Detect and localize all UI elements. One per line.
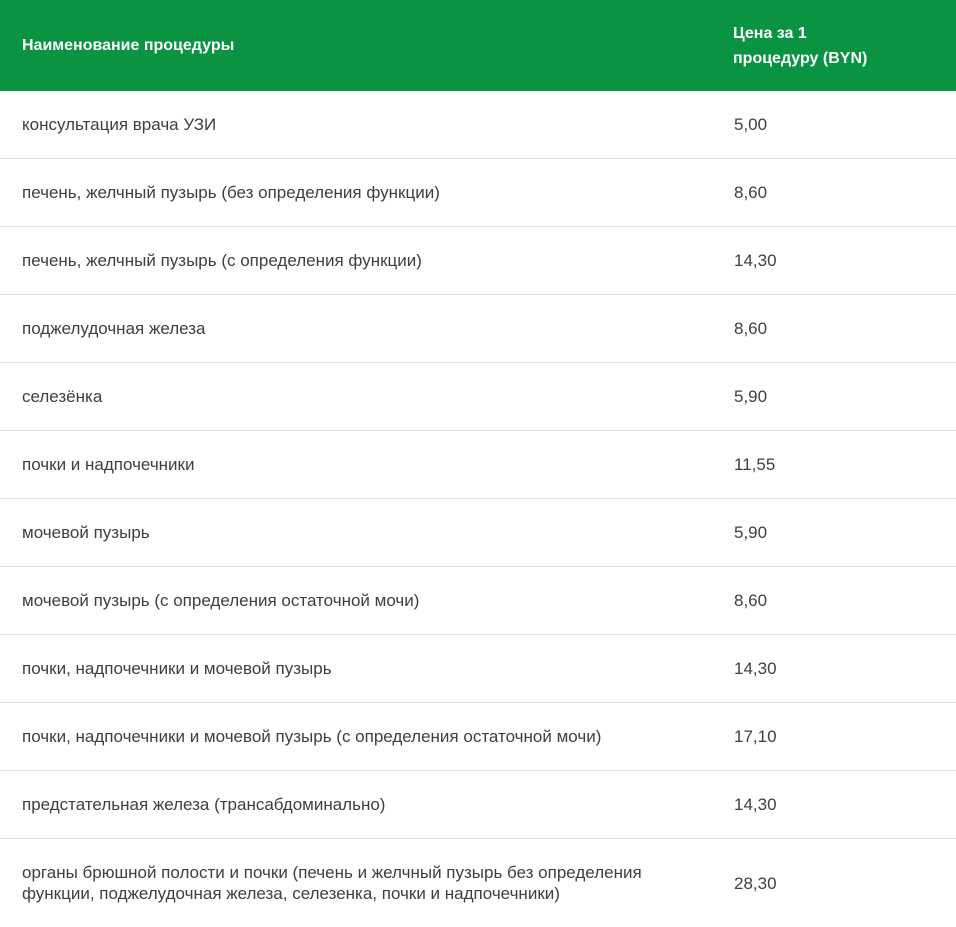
price-cell: 14,30 bbox=[733, 771, 956, 839]
table-row: почки и надпочечники11,55 bbox=[0, 431, 956, 499]
price-cell: 8,60 bbox=[733, 159, 956, 227]
procedure-name-cell: почки, надпочечники и мочевой пузырь (с … bbox=[0, 703, 733, 771]
price-cell: 8,60 bbox=[733, 567, 956, 635]
procedure-name-cell: почки, надпочечники и мочевой пузырь bbox=[0, 635, 733, 703]
table-row: почки, надпочечники и мочевой пузырь14,3… bbox=[0, 635, 956, 703]
price-cell: 14,30 bbox=[733, 635, 956, 703]
price-cell: 5,90 bbox=[733, 499, 956, 567]
procedure-name-cell: печень, желчный пузырь (с определения фу… bbox=[0, 227, 733, 295]
table-row: органы брюшной полости и почки (печень и… bbox=[0, 839, 956, 927]
procedure-name-cell: печень, желчный пузырь (без определения … bbox=[0, 159, 733, 227]
price-table: Наименование процедуры Цена за 1 процеду… bbox=[0, 0, 956, 927]
table-row: печень, желчный пузырь (с определения фу… bbox=[0, 227, 956, 295]
procedure-name-cell: консультация врача УЗИ bbox=[0, 91, 733, 159]
price-cell: 28,30 bbox=[733, 839, 956, 927]
table-row: мочевой пузырь (с определения остаточной… bbox=[0, 567, 956, 635]
table-row: почки, надпочечники и мочевой пузырь (с … bbox=[0, 703, 956, 771]
price-cell: 5,00 bbox=[733, 91, 956, 159]
table-header-row: Наименование процедуры Цена за 1 процеду… bbox=[0, 0, 956, 91]
table-body: консультация врача УЗИ5,00печень, желчны… bbox=[0, 91, 956, 927]
column-header-procedure-name: Наименование процедуры bbox=[0, 0, 733, 91]
procedure-name-cell: почки и надпочечники bbox=[0, 431, 733, 499]
table-row: предстательная железа (трансабдоминально… bbox=[0, 771, 956, 839]
procedure-name-cell: селезёнка bbox=[0, 363, 733, 431]
column-header-price: Цена за 1 процедуру (BYN) bbox=[733, 0, 956, 91]
table-row: селезёнка5,90 bbox=[0, 363, 956, 431]
procedure-name-cell: предстательная железа (трансабдоминально… bbox=[0, 771, 733, 839]
price-cell: 14,30 bbox=[733, 227, 956, 295]
table-row: мочевой пузырь5,90 bbox=[0, 499, 956, 567]
price-cell: 11,55 bbox=[733, 431, 956, 499]
table-row: поджелудочная железа8,60 bbox=[0, 295, 956, 363]
table-header: Наименование процедуры Цена за 1 процеду… bbox=[0, 0, 956, 91]
table-row: консультация врача УЗИ5,00 bbox=[0, 91, 956, 159]
procedure-name-cell: мочевой пузырь bbox=[0, 499, 733, 567]
procedure-name-cell: мочевой пузырь (с определения остаточной… bbox=[0, 567, 733, 635]
price-cell: 8,60 bbox=[733, 295, 956, 363]
procedure-name-cell: поджелудочная железа bbox=[0, 295, 733, 363]
price-cell: 5,90 bbox=[733, 363, 956, 431]
price-cell: 17,10 bbox=[733, 703, 956, 771]
procedure-name-cell: органы брюшной полости и почки (печень и… bbox=[0, 839, 733, 927]
table-row: печень, желчный пузырь (без определения … bbox=[0, 159, 956, 227]
